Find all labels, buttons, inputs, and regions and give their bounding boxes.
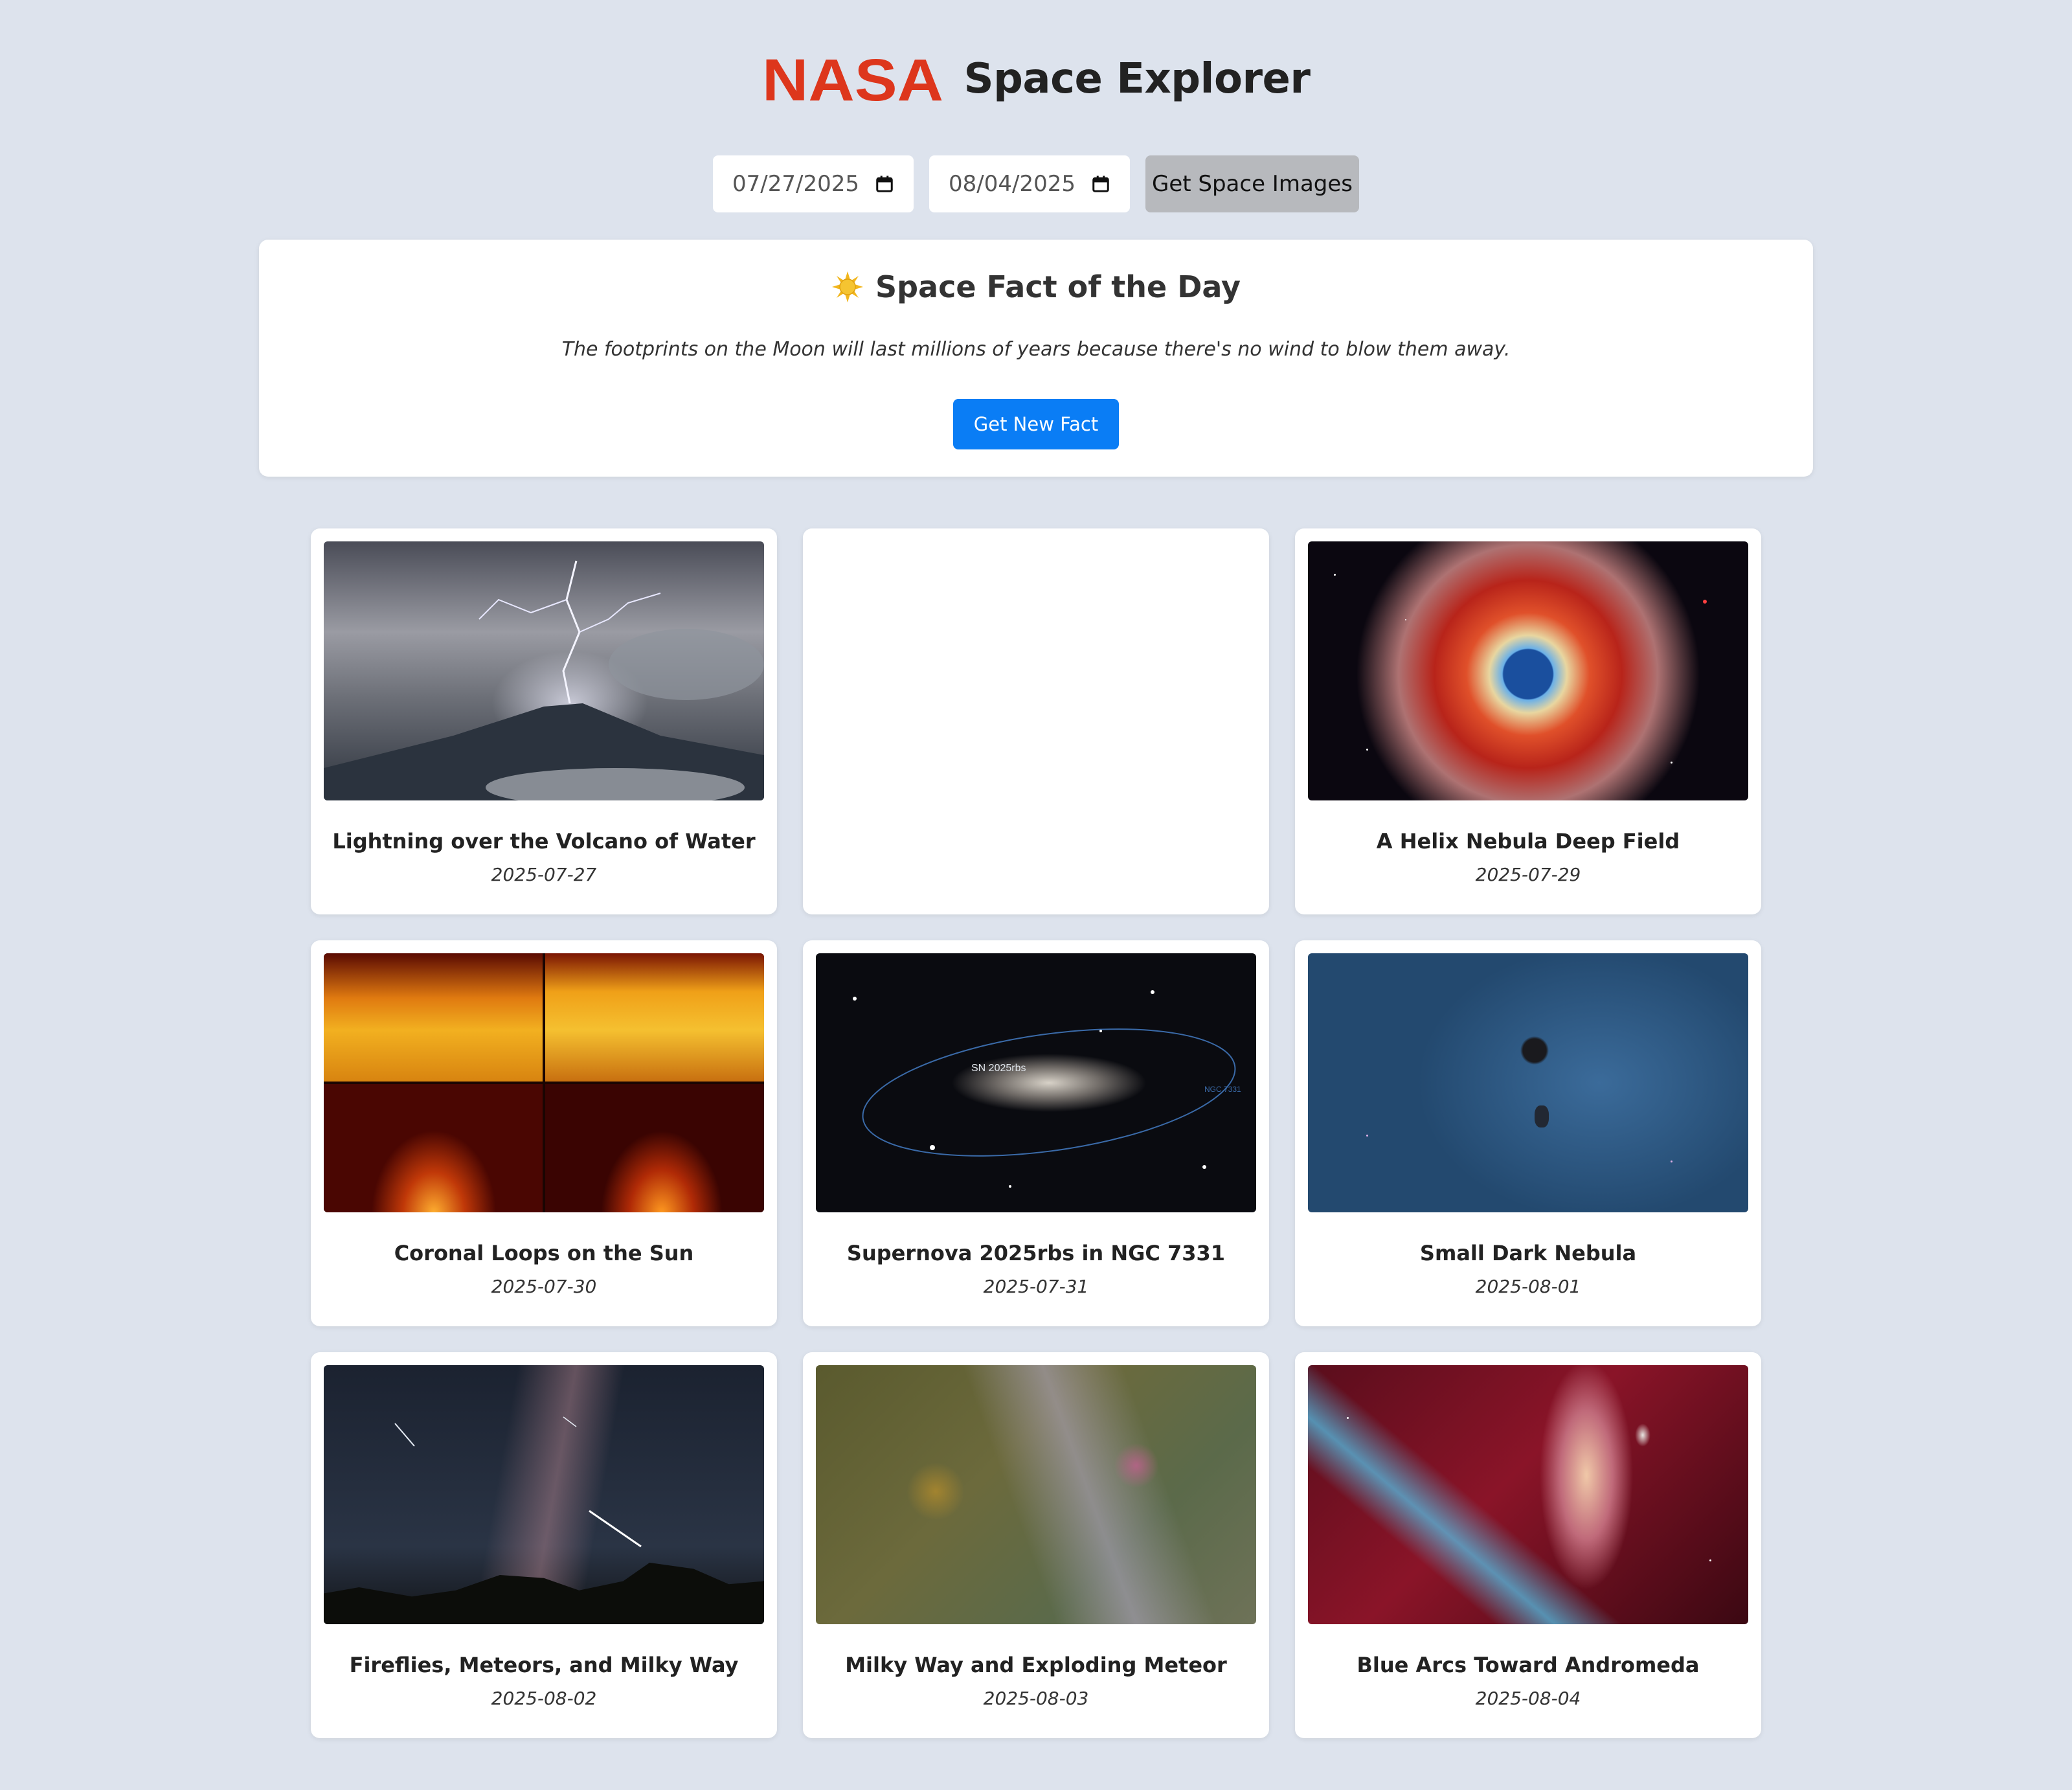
image-gallery: Lightning over the Volcano of Water 2025…	[311, 528, 1761, 1738]
fact-of-the-day-card: Space Fact of the Day The footprints on …	[259, 240, 1813, 477]
card-title: Blue Arcs Toward Andromeda	[1357, 1653, 1700, 1677]
end-date-input[interactable]: 08/04/2025	[929, 155, 1130, 212]
fact-heading: Space Fact of the Day	[259, 269, 1813, 304]
fact-title: Space Fact of the Day	[875, 269, 1241, 304]
fact-text: The footprints on the Moon will last mil…	[561, 338, 1511, 361]
card-title: Milky Way and Exploding Meteor	[845, 1653, 1227, 1677]
app-title: Space Explorer	[963, 55, 1311, 103]
card-image[interactable]	[324, 1365, 764, 1624]
calendar-icon[interactable]	[1091, 174, 1110, 194]
card-image[interactable]	[816, 1365, 1256, 1624]
nasa-logo: NASA	[762, 52, 943, 106]
card-date: 2025-07-27	[491, 864, 597, 885]
start-date-value: 07/27/2025	[732, 171, 859, 197]
card-title: A Helix Nebula Deep Field	[1376, 829, 1680, 854]
card-date: 2025-08-01	[1475, 1276, 1581, 1297]
gallery-card[interactable]: A Helix Nebula Deep Field 2025-07-29	[1295, 528, 1761, 914]
lightning-graphic	[324, 560, 764, 800]
sun-icon	[832, 271, 863, 302]
nasa-logo-text: NASA	[762, 52, 943, 106]
card-title: Fireflies, Meteors, and Milky Way	[349, 1653, 739, 1677]
card-image[interactable]	[1308, 541, 1748, 800]
date-controls: 07/27/2025 08/04/2025 Get Space Images	[0, 155, 2072, 214]
gallery-card[interactable]: Milky Way and Exploding Meteor 2025-08-0…	[803, 1352, 1269, 1738]
gallery-card[interactable]: Fireflies, Meteors, and Milky Way 2025-0…	[311, 1352, 777, 1738]
card-date: 2025-07-31	[983, 1276, 1089, 1297]
card-image[interactable]	[1308, 1365, 1748, 1624]
card-date: 2025-07-30	[491, 1276, 597, 1297]
gallery-card[interactable]: Small Dark Nebula 2025-08-01	[1295, 940, 1761, 1326]
gallery-card-empty[interactable]	[803, 528, 1269, 914]
start-date-input[interactable]: 07/27/2025	[713, 155, 914, 212]
galaxy-label: NGC 7331	[1204, 1085, 1241, 1094]
supernova-label: SN 2025rbs	[971, 1063, 1026, 1074]
end-date-value: 08/04/2025	[949, 171, 1075, 197]
card-image[interactable]	[1308, 953, 1748, 1212]
card-title: Supernova 2025rbs in NGC 7331	[846, 1241, 1226, 1265]
card-title: Lightning over the Volcano of Water	[332, 829, 756, 854]
galaxy-annotation: SN 2025rbs NGC 7331	[853, 990, 1241, 1188]
gallery-card[interactable]: SN 2025rbs NGC 7331 Supernova 2025rbs in…	[803, 940, 1269, 1326]
app-header: NASA Space Explorer	[0, 47, 2072, 111]
get-new-fact-button[interactable]: Get New Fact	[953, 399, 1119, 449]
card-image[interactable]	[324, 541, 764, 800]
gallery-card[interactable]: Coronal Loops on the Sun 2025-07-30	[311, 940, 777, 1326]
gallery-card[interactable]: Blue Arcs Toward Andromeda 2025-08-04	[1295, 1352, 1761, 1738]
card-image[interactable]	[324, 953, 764, 1212]
gallery-card[interactable]: Lightning over the Volcano of Water 2025…	[311, 528, 777, 914]
card-date: 2025-08-02	[491, 1688, 597, 1709]
card-title: Small Dark Nebula	[1419, 1241, 1637, 1265]
card-title: Coronal Loops on the Sun	[394, 1241, 694, 1265]
get-space-images-button[interactable]: Get Space Images	[1145, 155, 1359, 212]
card-image[interactable]: SN 2025rbs NGC 7331	[816, 953, 1256, 1212]
card-date: 2025-08-03	[983, 1688, 1089, 1709]
card-date: 2025-08-04	[1475, 1688, 1581, 1709]
card-date: 2025-07-29	[1475, 864, 1581, 885]
calendar-icon[interactable]	[875, 174, 894, 194]
